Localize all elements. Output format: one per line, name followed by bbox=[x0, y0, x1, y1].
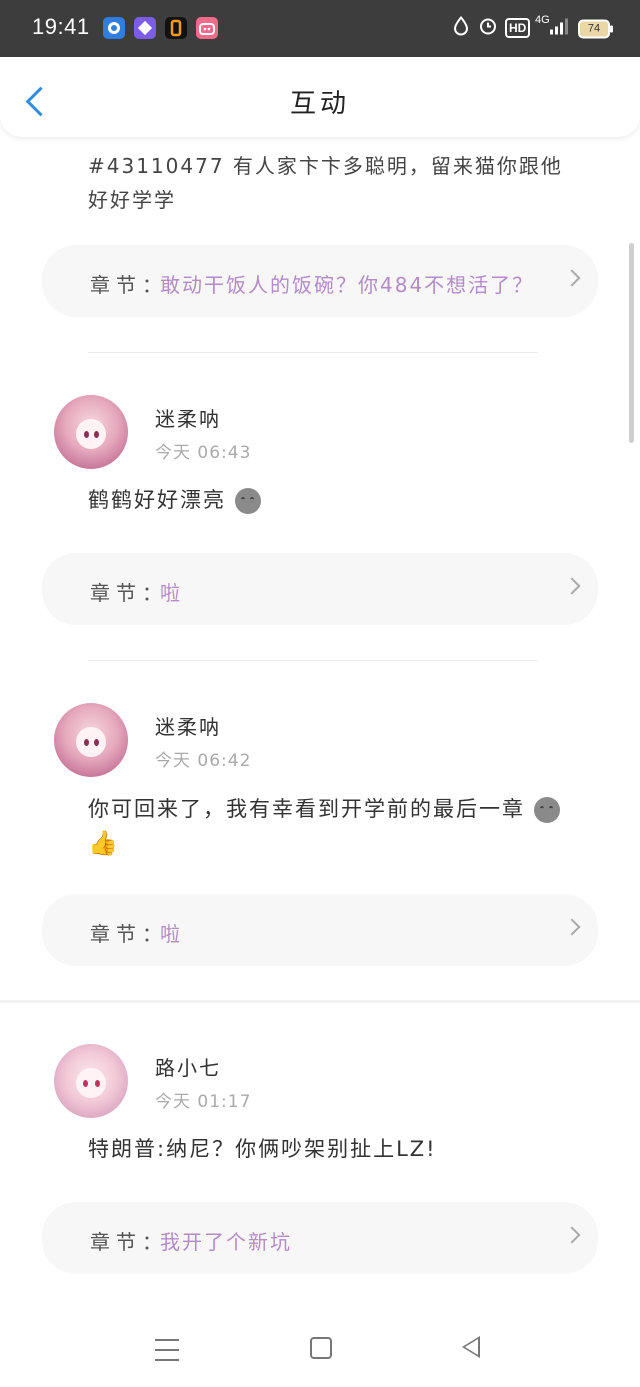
signal-4g-icon bbox=[548, 16, 568, 41]
home-icon[interactable] bbox=[310, 1337, 332, 1359]
comment-body: 你可回来了，我有幸看到开学前的最后一章 👍 bbox=[88, 792, 588, 861]
avatar[interactable] bbox=[54, 1044, 128, 1118]
comment-text: 你可回来了，我有幸看到开学前的最后一章 bbox=[88, 797, 525, 821]
thumbs-up-icon: 👍 bbox=[88, 829, 120, 857]
emoji-face-icon bbox=[533, 797, 560, 823]
alarm-icon bbox=[478, 16, 498, 41]
chapter-label: 章节： bbox=[90, 273, 168, 297]
battery-indicator: 74 bbox=[578, 19, 613, 39]
avatar[interactable] bbox=[54, 395, 128, 469]
chapter-name: 敢动干饭人的饭碗？你484不想活了？ bbox=[160, 273, 535, 297]
avatar[interactable] bbox=[54, 703, 128, 777]
system-nav-bar bbox=[0, 1317, 640, 1387]
page-title: 互动 bbox=[289, 89, 350, 119]
chevron-right-icon bbox=[563, 1226, 581, 1244]
blue-circle-app-icon bbox=[103, 17, 125, 39]
username[interactable]: 迷柔呐 bbox=[155, 711, 221, 740]
chapter-link[interactable]: 章节： 啦 bbox=[42, 894, 598, 966]
username[interactable]: 路小七 bbox=[155, 1052, 221, 1081]
chapter-name: 啦 bbox=[160, 922, 182, 946]
username[interactable]: 迷柔呐 bbox=[155, 403, 221, 432]
status-bar: 19:41 HD 4G 74 bbox=[0, 0, 640, 57]
comment-time: 今天 06:43 bbox=[155, 443, 252, 463]
header-bar: 互动 bbox=[0, 57, 640, 137]
divider bbox=[88, 352, 538, 353]
hd-icon: HD bbox=[505, 18, 531, 38]
scrollbar[interactable] bbox=[629, 243, 634, 443]
chevron-right-icon bbox=[563, 577, 581, 595]
chapter-name: 我开了个新坑 bbox=[160, 1230, 292, 1254]
interaction-list[interactable]: #43110477 有人家卞卞多聪明，留来猫你跟他好好学学 章节： 敢动干饭人的… bbox=[0, 137, 640, 1317]
chapter-link[interactable]: 章节： 敢动干饭人的饭碗？你484不想活了？ bbox=[42, 245, 598, 317]
drop-icon bbox=[452, 15, 470, 41]
menu-icon[interactable] bbox=[155, 1339, 179, 1361]
divider bbox=[88, 660, 538, 661]
bilibili-icon bbox=[196, 17, 218, 39]
section-divider bbox=[0, 1000, 640, 1003]
chevron-right-icon bbox=[563, 918, 581, 936]
comment-text: 鹤鹤好好漂亮 bbox=[88, 488, 226, 512]
emoji-face-icon bbox=[234, 488, 261, 514]
chapter-link[interactable]: 章节： 我开了个新坑 bbox=[42, 1202, 598, 1274]
back-triangle-icon[interactable] bbox=[462, 1336, 480, 1358]
comment-body: 特朗普:纳尼？你俩吵架别扯上LZ! bbox=[88, 1132, 588, 1166]
chevron-right-icon bbox=[563, 269, 581, 287]
status-time: 19:41 bbox=[32, 14, 90, 39]
orange-app-icon bbox=[165, 17, 187, 39]
chapter-label: 章节： bbox=[90, 1230, 168, 1254]
comment-body: 鹤鹤好好漂亮 bbox=[88, 483, 588, 517]
chapter-link[interactable]: 章节： 啦 bbox=[42, 553, 598, 625]
comment-time: 今天 06:42 bbox=[155, 751, 252, 771]
chapter-label: 章节： bbox=[90, 581, 168, 605]
chapter-name: 啦 bbox=[160, 581, 182, 605]
comment-text: 特朗普:纳尼？你俩吵架别扯上LZ! bbox=[88, 1137, 437, 1161]
chapter-label: 章节： bbox=[90, 922, 168, 946]
purple-app-icon bbox=[134, 17, 156, 39]
comment-text: #43110477 有人家卞卞多聪明，留来猫你跟他好好学学 bbox=[88, 154, 563, 212]
comment-time: 今天 01:17 bbox=[155, 1092, 252, 1112]
